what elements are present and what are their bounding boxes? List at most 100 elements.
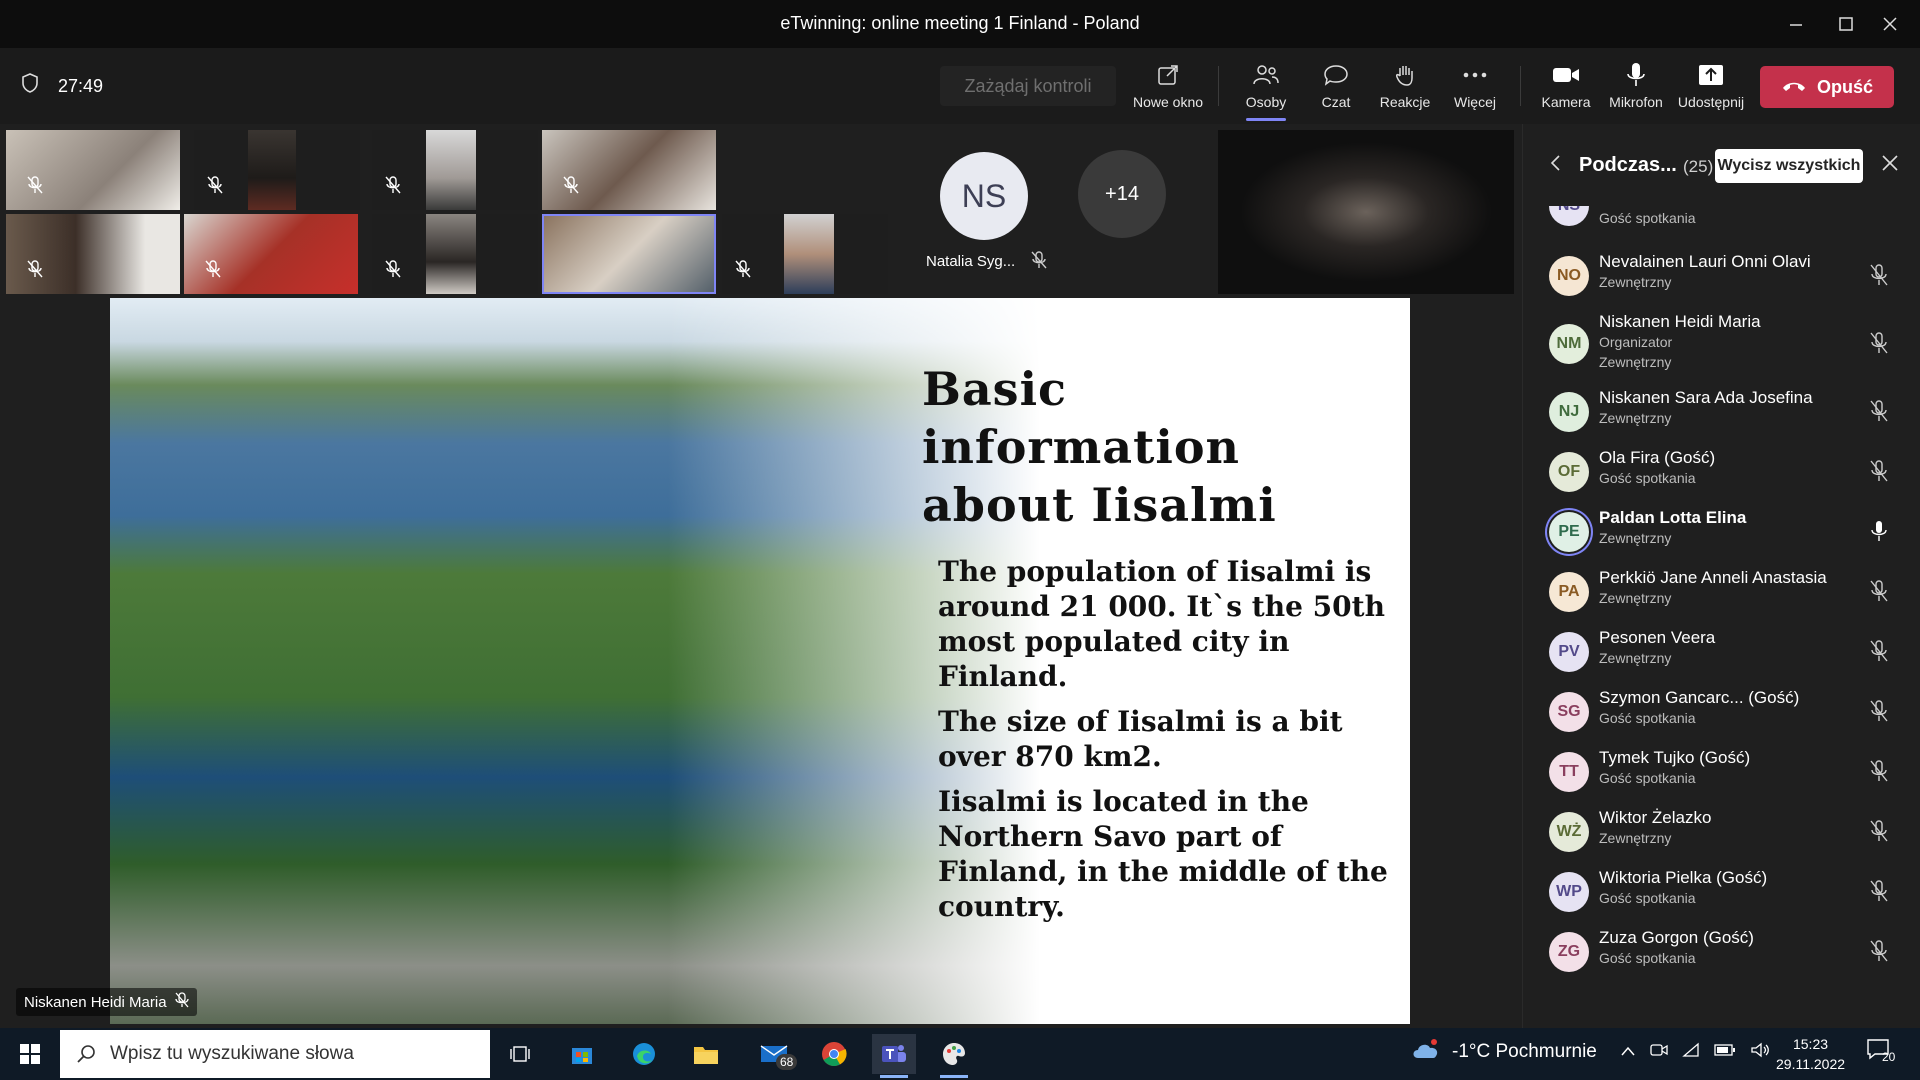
windows-start-icon[interactable] — [8, 1034, 52, 1074]
mic-off-icon — [1869, 580, 1889, 607]
request-control-button[interactable]: Zażądaj kontroli — [940, 66, 1116, 106]
participant-row[interactable]: NM Niskanen Heidi Maria Organizator Zewn… — [1523, 306, 1920, 382]
chat-label: Czat — [1321, 94, 1351, 110]
participant-row[interactable]: PE Paldan Lotta Elina Zewnętrzny — [1523, 502, 1920, 562]
more-button[interactable]: Więcej — [1439, 58, 1511, 118]
volume-icon[interactable] — [1750, 1042, 1770, 1063]
search-placeholder: Wpisz tu wyszukiwane słowa — [110, 1043, 354, 1064]
video-tile[interactable] — [542, 130, 716, 210]
slide-paragraph: The size of Iisalmi is a bit over 870 km… — [938, 705, 1343, 773]
participant-row[interactable]: NJ Niskanen Sara Ada Josefina Zewnętrzny — [1523, 382, 1920, 442]
mic-off-icon — [732, 258, 754, 280]
video-tile[interactable] — [372, 130, 538, 210]
wifi-icon[interactable] — [1682, 1042, 1700, 1063]
mic-off-icon — [382, 174, 404, 196]
system-tray — [1620, 1042, 1770, 1063]
chat-button[interactable]: Czat — [1300, 58, 1372, 118]
participant-role: Gość spotkania — [1599, 470, 1696, 486]
video-tile[interactable] — [6, 130, 180, 210]
notification-center-button[interactable]: 20 — [1866, 1038, 1906, 1070]
chevron-up-icon[interactable] — [1620, 1044, 1636, 1062]
list-item[interactable]: NS Gość spotkania — [1523, 206, 1920, 246]
people-button[interactable]: Osoby — [1230, 58, 1302, 118]
popout-icon — [1132, 58, 1204, 92]
chevron-left-icon[interactable] — [1549, 154, 1561, 177]
mic-off-icon — [1869, 820, 1889, 847]
participant-name: Natalia Syg... — [926, 251, 1047, 273]
participant-role: Zewnętrzny — [1599, 410, 1672, 426]
avatar: OF — [1549, 452, 1589, 492]
participant-row[interactable]: PV Pesonen Veera Zewnętrzny — [1523, 622, 1920, 682]
video-tile[interactable] — [722, 214, 888, 294]
mic-off-icon — [1869, 400, 1889, 427]
file-explorer-icon[interactable] — [684, 1034, 728, 1074]
meeting-timer: 27:49 — [58, 76, 104, 96]
participant-name: Niskanen Sara Ada Josefina — [1599, 388, 1813, 407]
participant-row[interactable]: OF Ola Fira (Gość) Gość spotkania — [1523, 442, 1920, 502]
close-icon — [1883, 17, 1897, 31]
participant-role: Organizator — [1599, 334, 1673, 350]
maximize-button[interactable] — [1826, 8, 1866, 40]
video-tile[interactable] — [184, 214, 358, 294]
edge-icon[interactable] — [622, 1034, 666, 1074]
clock-time: 15:23 — [1792, 1036, 1829, 1052]
participant-name: Paldan Lotta Elina — [1599, 508, 1747, 527]
teams-icon[interactable] — [872, 1034, 916, 1078]
panel-title: Podczas... — [1579, 154, 1677, 176]
panel-header: Podczas... (25) Wycisz wszystkich — [1523, 124, 1920, 206]
video-tile[interactable] — [372, 214, 538, 294]
mic-off-icon — [204, 174, 226, 196]
participant-row[interactable]: NO Nevalainen Lauri Onni Olavi Zewnętrzn… — [1523, 246, 1920, 306]
microphone-button[interactable]: Mikrofon — [1600, 58, 1672, 118]
participant-name: Tymek Tujko (Gość) — [1599, 748, 1751, 767]
avatar[interactable]: NS — [940, 152, 1028, 240]
leave-button[interactable]: Opuść — [1760, 66, 1894, 108]
more-icon — [1439, 58, 1511, 92]
camera-button[interactable]: Kamera — [1530, 58, 1602, 118]
participant-role: Gość spotkania — [1599, 210, 1696, 226]
share-button[interactable]: Udostępnij — [1675, 58, 1747, 118]
mic-off-icon — [24, 258, 46, 280]
paint-icon[interactable] — [932, 1034, 976, 1078]
participant-row[interactable]: ZG Zuza Gorgon (Gość) Gość spotkania — [1523, 922, 1920, 982]
close-icon[interactable] — [1881, 154, 1899, 177]
reactions-button[interactable]: Reakcje — [1369, 58, 1441, 118]
more-participants-button[interactable]: +14 — [1078, 150, 1166, 238]
mute-all-button[interactable]: Wycisz wszystkich — [1715, 149, 1863, 183]
video-tile-active-speaker[interactable] — [542, 214, 716, 294]
video-tile[interactable] — [194, 130, 360, 210]
close-window-button[interactable] — [1870, 8, 1910, 40]
new-window-button[interactable]: Nowe okno — [1132, 58, 1204, 118]
participant-role: Zewnętrzny — [1599, 274, 1672, 290]
shared-presentation-slide[interactable]: Basic information about Iisalmi The popu… — [110, 298, 1410, 1024]
participant-row[interactable]: SG Szymon Gancarc... (Gość) Gość spotkan… — [1523, 682, 1920, 742]
participant-row[interactable]: TT Tymek Tujko (Gość) Gość spotkania — [1523, 742, 1920, 802]
battery-icon[interactable] — [1714, 1043, 1736, 1062]
mic-off-icon — [1869, 940, 1889, 967]
camera-label: Kamera — [1541, 94, 1591, 110]
minimize-button[interactable] — [1776, 8, 1816, 40]
chrome-icon[interactable] — [812, 1034, 856, 1074]
participant-name: Perkkiö Jane Anneli Anastasia — [1599, 568, 1827, 587]
participant-row[interactable]: PA Perkkiö Jane Anneli Anastasia Zewnętr… — [1523, 562, 1920, 622]
participant-row[interactable]: WŻ Wiktor Żelazko Zewnętrzny — [1523, 802, 1920, 862]
taskbar-clock[interactable]: 15:23 29.11.2022 — [1776, 1034, 1845, 1074]
share-icon — [1675, 58, 1747, 92]
task-view-icon[interactable] — [498, 1034, 542, 1074]
video-tile[interactable] — [6, 214, 180, 294]
store-icon[interactable] — [560, 1034, 604, 1074]
weather-widget[interactable]: -1°C Pochmurnie — [1410, 1038, 1597, 1065]
meeting-toolbar: 27:49 Zażądaj kontroli Nowe okno Osoby C… — [0, 48, 1920, 124]
video-tile-large[interactable] — [1218, 130, 1514, 294]
meet-now-icon[interactable] — [1650, 1042, 1668, 1063]
mail-icon[interactable]: 68 — [752, 1034, 798, 1074]
avatar: NM — [1549, 324, 1589, 364]
participant-row[interactable]: WP Wiktoria Pielka (Gość) Gość spotkania — [1523, 862, 1920, 922]
slide-paragraph: Iisalmi is located in the Northern Savo … — [938, 785, 1388, 923]
taskbar-search-box[interactable]: Wpisz tu wyszukiwane słowa — [60, 1030, 490, 1078]
avatar: SG — [1549, 692, 1589, 732]
avatar: PA — [1549, 572, 1589, 612]
slide-title: Basic information about Iisalmi — [922, 362, 1277, 532]
avatar: NS — [1549, 206, 1589, 226]
mic-off-icon — [1869, 332, 1889, 359]
